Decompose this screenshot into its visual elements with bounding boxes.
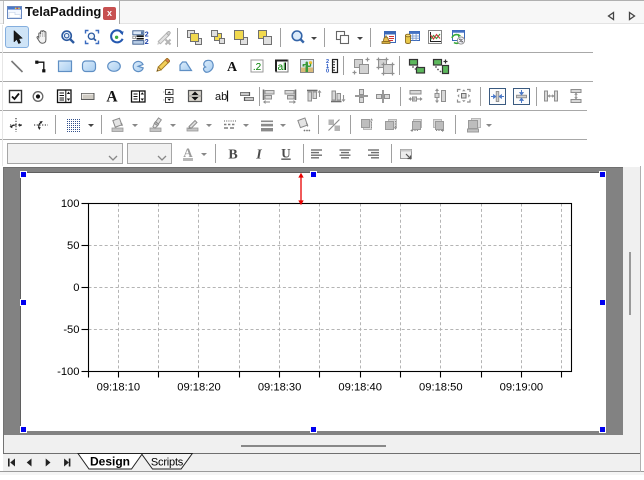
svg-text:-50: -50 <box>63 324 79 336</box>
svg-text:-100: -100 <box>57 366 79 378</box>
svg-text:09:18:20: 09:18:20 <box>177 382 221 394</box>
svg-text:09:18:10: 09:18:10 <box>97 382 141 394</box>
svg-text:09:18:40: 09:18:40 <box>338 382 382 394</box>
svg-text:100: 100 <box>61 198 80 210</box>
svg-text:09:18:30: 09:18:30 <box>258 382 302 394</box>
svg-text:09:19:00: 09:19:00 <box>500 382 544 394</box>
svg-text:50: 50 <box>67 240 79 252</box>
svg-text:0: 0 <box>73 282 79 294</box>
svg-text:09:18:50: 09:18:50 <box>419 382 463 394</box>
svg-text:Design: Design <box>89 455 129 469</box>
svg-text:Scripts: Scripts <box>150 457 183 469</box>
